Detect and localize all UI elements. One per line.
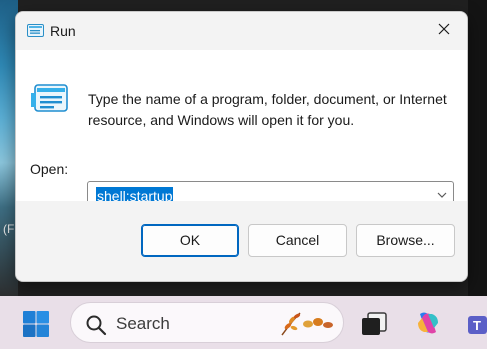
desktop-text-fragment: (F	[3, 222, 15, 236]
ok-button[interactable]: OK	[141, 224, 239, 257]
close-icon	[438, 23, 450, 35]
dialog-description: Type the name of a program, folder, docu…	[88, 91, 447, 128]
windows-start-icon[interactable]	[22, 310, 50, 338]
title-bar[interactable]: Run	[16, 12, 467, 50]
dialog-footer: OK Cancel Browse...	[16, 201, 467, 281]
open-label: Open:	[30, 161, 69, 177]
run-dialog: Run Type the name of a program, folder, …	[15, 11, 468, 282]
search-placeholder: Search	[116, 314, 170, 333]
run-command-icon	[31, 84, 68, 112]
run-app-icon	[27, 24, 44, 37]
dialog-content: Type the name of a program, folder, docu…	[16, 50, 467, 210]
teams-icon[interactable]: T	[466, 312, 487, 336]
close-button[interactable]	[421, 12, 467, 48]
browse-button[interactable]: Browse...	[356, 224, 455, 257]
taskbar-search-box[interactable]: Search	[70, 302, 344, 343]
copilot-icon[interactable]	[414, 310, 442, 336]
taskbar: Search T	[0, 296, 487, 349]
search-icon	[86, 315, 107, 336]
svg-text:T: T	[473, 318, 481, 333]
autumn-leaves-icon	[281, 312, 333, 336]
chevron-down-icon[interactable]	[437, 192, 447, 198]
desktop-window-edge	[468, 0, 487, 296]
cancel-button[interactable]: Cancel	[248, 224, 347, 257]
dialog-title: Run	[50, 23, 76, 39]
task-view-icon[interactable]	[360, 311, 388, 337]
